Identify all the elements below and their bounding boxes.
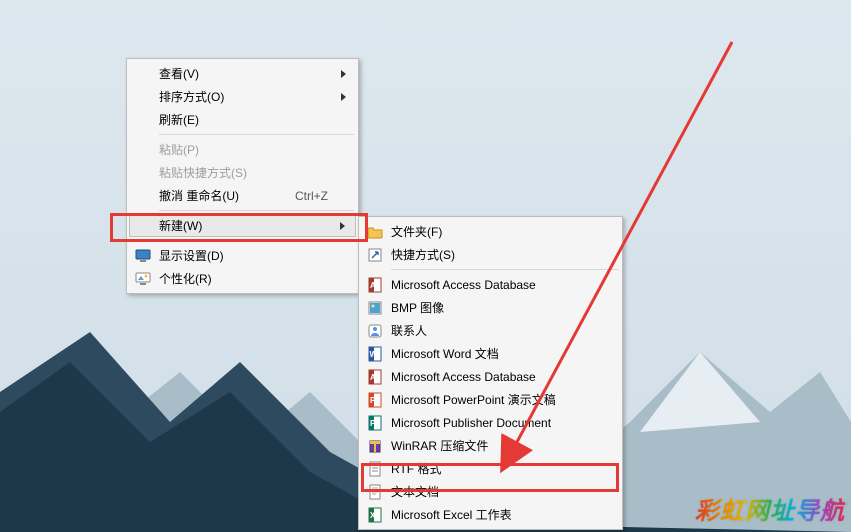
menu-item-label: BMP 图像 [391, 299, 444, 316]
personalize-icon [135, 271, 151, 287]
menu-item-label: 排序方式(O) [159, 88, 224, 105]
menu-item-label: RTF 格式 [391, 460, 441, 477]
menu-item-label: Microsoft Publisher Document [391, 416, 551, 430]
svg-text:X: X [370, 511, 376, 520]
word-file-icon: W [367, 346, 383, 362]
svg-text:P: P [370, 419, 376, 428]
submenu-arrow-icon [341, 93, 346, 101]
menu-item-personalize[interactable]: 个性化(R) [129, 267, 356, 290]
menu-separator [159, 240, 354, 241]
submenu-arrow-icon [340, 222, 345, 230]
access-file-icon: A [367, 369, 383, 385]
contact-file-icon [367, 323, 383, 339]
menu-item-label: 新建(W) [159, 217, 202, 234]
menu-item-paste-shortcut: 粘贴快捷方式(S) [129, 161, 356, 184]
submenu-item-word[interactable]: W Microsoft Word 文档 [361, 342, 620, 365]
menu-separator [159, 210, 354, 211]
winrar-file-icon [367, 438, 383, 454]
powerpoint-file-icon: P [367, 392, 383, 408]
menu-item-refresh[interactable]: 刷新(E) [129, 108, 356, 131]
submenu-item-folder[interactable]: 文件夹(F) [361, 220, 620, 243]
menu-item-view[interactable]: 查看(V) [129, 62, 356, 85]
menu-item-label: 粘贴(P) [159, 141, 199, 158]
submenu-item-bmp[interactable]: BMP 图像 [361, 296, 620, 319]
menu-item-label: 撤消 重命名(U) [159, 187, 239, 204]
excel-file-icon: X [367, 507, 383, 523]
menu-separator [391, 269, 618, 270]
menu-item-label: 查看(V) [159, 65, 199, 82]
menu-item-label: 文本文档 [391, 483, 439, 500]
menu-separator [159, 134, 354, 135]
menu-item-display-settings[interactable]: 显示设置(D) [129, 244, 356, 267]
menu-item-label: Microsoft Excel 工作表 [391, 506, 512, 523]
menu-item-label: 粘贴快捷方式(S) [159, 164, 247, 181]
menu-item-paste: 粘贴(P) [129, 138, 356, 161]
menu-item-new[interactable]: 新建(W) [129, 214, 356, 237]
rtf-file-icon [367, 461, 383, 477]
submenu-item-winrar[interactable]: WinRAR 压缩文件 [361, 434, 620, 457]
menu-item-label: Microsoft Access Database [391, 370, 536, 384]
menu-item-sort[interactable]: 排序方式(O) [129, 85, 356, 108]
submenu-item-excel[interactable]: X Microsoft Excel 工作表 [361, 503, 620, 526]
shortcut-icon [367, 247, 383, 263]
publisher-file-icon: P [367, 415, 383, 431]
submenu-item-shortcut[interactable]: 快捷方式(S) [361, 243, 620, 266]
submenu-arrow-icon [341, 70, 346, 78]
submenu-item-powerpoint[interactable]: P Microsoft PowerPoint 演示文稿 [361, 388, 620, 411]
menu-shortcut: Ctrl+Z [295, 189, 328, 203]
menu-item-label: 快捷方式(S) [391, 246, 455, 263]
menu-item-label: 刷新(E) [159, 111, 199, 128]
new-submenu: 文件夹(F) 快捷方式(S) A Microsoft Access Databa… [358, 216, 623, 530]
svg-text:A: A [370, 281, 376, 290]
submenu-item-contact[interactable]: 联系人 [361, 319, 620, 342]
menu-item-label: 个性化(R) [159, 270, 212, 287]
monitor-icon [135, 248, 151, 264]
bmp-file-icon [367, 300, 383, 316]
submenu-item-rtf[interactable]: RTF 格式 [361, 457, 620, 480]
menu-item-undo-rename[interactable]: 撤消 重命名(U) Ctrl+Z [129, 184, 356, 207]
menu-item-label: 显示设置(D) [159, 247, 224, 264]
text-file-icon [367, 484, 383, 500]
menu-item-label: Microsoft PowerPoint 演示文稿 [391, 391, 556, 408]
menu-item-label: 文件夹(F) [391, 223, 442, 240]
menu-item-label: WinRAR 压缩文件 [391, 437, 488, 454]
svg-text:P: P [370, 396, 376, 405]
submenu-item-access-2[interactable]: A Microsoft Access Database [361, 365, 620, 388]
desktop-context-menu: 查看(V) 排序方式(O) 刷新(E) 粘贴(P) 粘贴快捷方式(S) 撤消 重… [126, 58, 359, 294]
menu-item-label: Microsoft Word 文档 [391, 345, 499, 362]
submenu-item-publisher[interactable]: P Microsoft Publisher Document [361, 411, 620, 434]
menu-item-label: 联系人 [391, 322, 427, 339]
folder-icon [367, 224, 383, 240]
submenu-item-access[interactable]: A Microsoft Access Database [361, 273, 620, 296]
submenu-item-text-document[interactable]: 文本文档 [361, 480, 620, 503]
watermark-text: 彩虹网址导航 [695, 491, 845, 526]
svg-text:W: W [370, 350, 378, 359]
access-file-icon: A [367, 277, 383, 293]
menu-item-label: Microsoft Access Database [391, 278, 536, 292]
svg-text:A: A [370, 373, 376, 382]
